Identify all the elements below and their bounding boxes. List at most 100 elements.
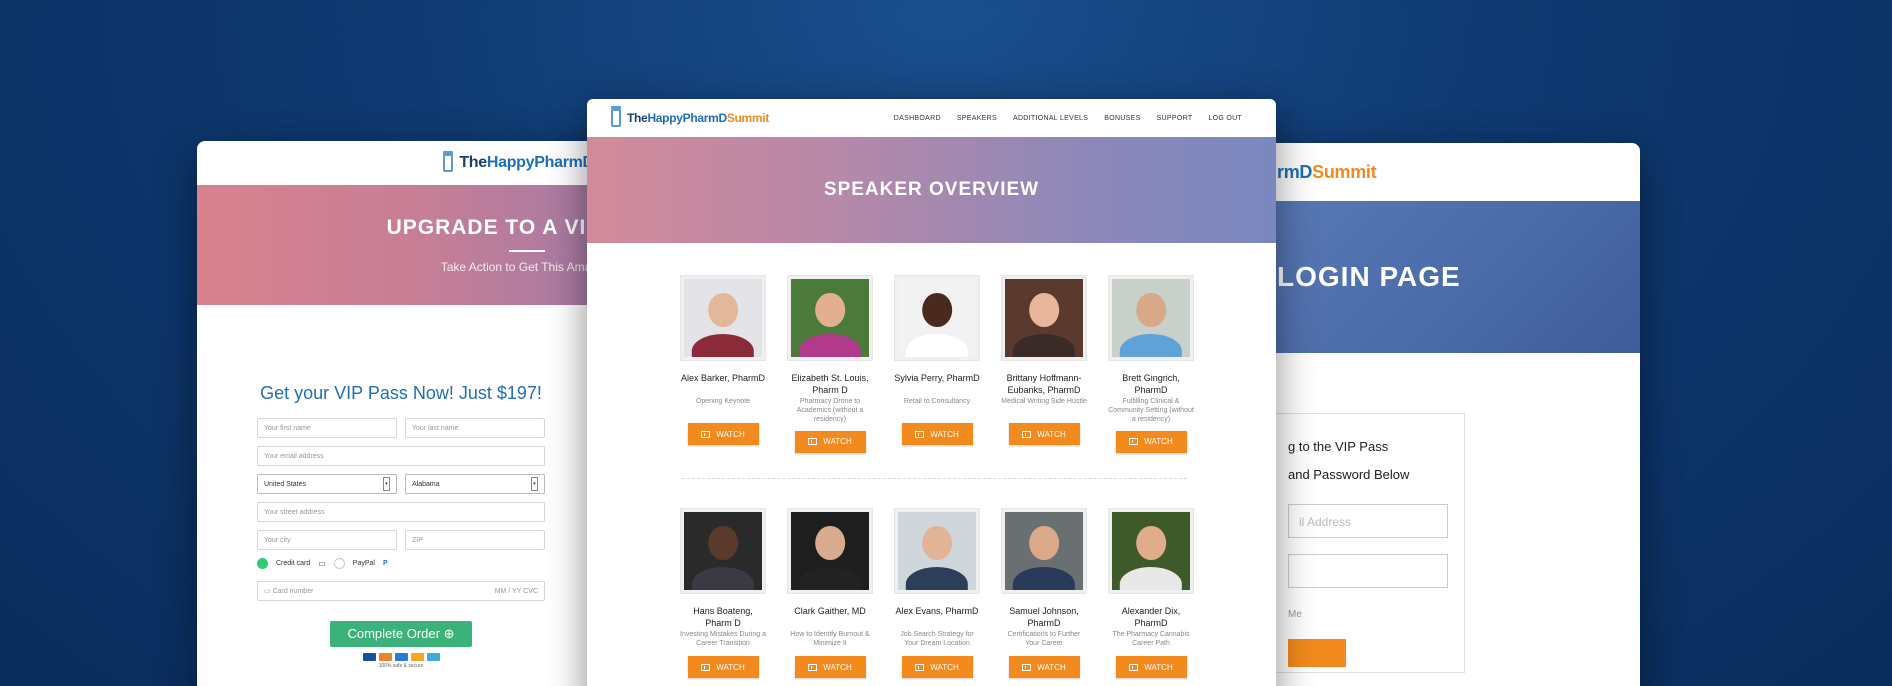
top-nav: The HappyPharmD Summit DASHBOARD SPEAKERS …: [587, 99, 1276, 137]
credit-card-label: Credit card: [276, 560, 311, 567]
watch-button[interactable]: WATCH: [794, 656, 866, 678]
chevron-down-icon: ▾: [531, 477, 538, 491]
nav-bonuses[interactable]: BONUSES: [1104, 115, 1140, 122]
amex-icon: [394, 653, 408, 661]
email-field[interactable]: il Address: [1288, 504, 1448, 538]
speaker-card: Samuel Johnson, PharmD Certifications to…: [1001, 508, 1087, 679]
speaker-topic: Medical Writing Side Hustle: [1001, 398, 1087, 406]
film-icon: [808, 438, 818, 446]
arrow-circle-icon: ⊕: [443, 626, 455, 641]
password-field[interactable]: [1288, 554, 1448, 588]
right-header: rmD Summit: [1227, 143, 1640, 201]
payment-logos: [257, 653, 545, 661]
logo-happy: HappyPharmD: [486, 154, 594, 171]
state-select[interactable]: Alabama ▾: [405, 474, 545, 494]
card-number-placeholder: Card number: [272, 588, 314, 595]
login-button[interactable]: [1288, 639, 1346, 667]
paypal-icon: P: [382, 560, 388, 567]
watch-label: WATCH: [930, 662, 959, 672]
speaker-photo: [787, 508, 873, 594]
logo-partial: rmD: [1277, 161, 1313, 182]
card-number-input[interactable]: ▭ Card number MM / YY CVC: [257, 581, 545, 601]
email-input[interactable]: Your email address: [257, 446, 545, 466]
speaker-topic: Fulfilling Clinical & Community Setting …: [1108, 398, 1194, 424]
complete-order-button[interactable]: Complete Order ⊕: [330, 621, 472, 647]
speaker-photo: [1001, 508, 1087, 594]
nav-support[interactable]: SUPPORT: [1157, 115, 1193, 122]
speaker-photo: [680, 275, 766, 361]
page-title: SPEAKER OVERVIEW: [823, 179, 1040, 200]
speaker-name: Hans Boateng, Pharm D: [693, 606, 753, 629]
film-icon: [701, 663, 711, 671]
watch-label: WATCH: [930, 429, 959, 439]
watch-button[interactable]: WATCH: [687, 423, 759, 445]
speaker-name: Sylvia Perry, PharmD: [894, 373, 980, 383]
last-name-input[interactable]: Your last name: [405, 418, 545, 438]
film-icon: [1129, 438, 1139, 446]
first-name-input[interactable]: Your first name: [257, 418, 397, 438]
nav-speakers[interactable]: SPEAKERS: [957, 115, 997, 122]
login-form: g to the VIP Pass and Password Below il …: [1257, 413, 1465, 673]
watch-button[interactable]: WATCH: [901, 656, 973, 678]
watch-button[interactable]: WATCH: [687, 656, 759, 679]
vip-order-form: Get your VIP Pass Now! Just $197! Your f…: [257, 383, 545, 669]
credit-card-radio[interactable]: [257, 558, 268, 569]
speaker-name: Brett Gingrich, PharmD: [1122, 373, 1180, 396]
film-icon: [915, 430, 925, 438]
city-input[interactable]: Your city: [257, 530, 397, 550]
brand-logo[interactable]: TheHappyPharmDSummit: [611, 106, 769, 127]
speaker-topic: Pharmacy Drone to Academics (without a r…: [796, 398, 864, 424]
card-exp-placeholder: MM / YY CVC: [494, 587, 538, 595]
vip-hero: UPGRADE TO A VIP PASS Take Action to Get…: [197, 185, 637, 305]
speaker-card: Brett Gingrich, PharmD Fulfilling Clinic…: [1108, 275, 1194, 453]
watch-label: WATCH: [716, 429, 745, 439]
watch-label: WATCH: [1144, 437, 1173, 447]
speaker-card: Alex Evans, PharmD Job Search Strategy f…: [894, 508, 980, 678]
speaker-topic: Job Search Strategy for Your Dream Locat…: [900, 631, 974, 648]
speaker-card: Alexander Dix, PharmD The Pharmacy Canna…: [1108, 508, 1194, 679]
watch-button[interactable]: WATCH: [1115, 656, 1187, 679]
speaker-name: Alexander Dix, PharmD: [1121, 606, 1181, 629]
speaker-topic: Retail to Consultancy: [903, 398, 971, 405]
speaker-topic: Investing Mistakes During a Career Trans…: [680, 631, 766, 648]
vip-upgrade-page: TheHappyPharmDSummit UPGRADE TO A VIP PA…: [197, 141, 637, 686]
speakers-row-1: Alex Barker, PharmD Opening Keynote WATC…: [680, 275, 1194, 453]
nav-log-out[interactable]: LOG OUT: [1208, 115, 1242, 122]
watch-button[interactable]: WATCH: [1008, 656, 1080, 679]
pill-bottle-icon: [611, 106, 621, 127]
remember-me-label[interactable]: Me: [1288, 609, 1302, 620]
nav-dashboard[interactable]: DASHBOARD: [894, 115, 941, 122]
speaker-card: Elizabeth St. Louis, Pharm D Pharmacy Dr…: [787, 275, 873, 453]
watch-button[interactable]: WATCH: [1008, 423, 1080, 446]
speaker-overview-page: The HappyPharmD Summit DASHBOARD SPEAKERS …: [587, 99, 1276, 686]
speaker-card: Clark Gaither, MD How to Identify Burnou…: [787, 508, 873, 678]
speaker-topic: How to Identify Burnout & Minimize It: [790, 631, 870, 648]
brand-logo-partial[interactable]: rmD Summit: [1277, 161, 1377, 183]
watch-button[interactable]: WATCH: [1115, 430, 1187, 453]
paypal-radio[interactable]: [333, 558, 345, 569]
nav-links: DASHBOARD SPEAKERS ADDITIONAL LEVELS BON…: [894, 115, 1242, 122]
watch-button[interactable]: WATCH: [901, 423, 973, 445]
login-heading-line2: and Password Below: [1288, 467, 1410, 482]
nav-additional-levels[interactable]: ADDITIONAL LEVELS: [1013, 115, 1088, 122]
login-hero: LOGIN PAGE: [1227, 201, 1640, 353]
watch-label: WATCH: [716, 662, 745, 672]
film-icon: [1022, 430, 1032, 438]
visa-icon: [362, 653, 376, 661]
country-select[interactable]: United States ▾: [257, 474, 397, 494]
watch-label: WATCH: [823, 662, 852, 672]
secure-note: 100% safe & secure: [378, 663, 424, 669]
country-value: United States: [264, 480, 307, 488]
watch-button[interactable]: WATCH: [794, 430, 866, 453]
watch-label: WATCH: [823, 437, 852, 447]
state-value: Alabama: [412, 480, 440, 488]
film-icon: [1129, 663, 1139, 671]
login-heading-line1: g to the VIP Pass: [1288, 439, 1389, 454]
form-title: Get your VIP Pass Now! Just $197!: [260, 383, 542, 403]
credit-card-icon: ▭: [318, 559, 326, 568]
speaker-topic: Opening Keynote: [695, 398, 751, 405]
street-input[interactable]: Your street address: [257, 502, 545, 522]
logo-summit: Summit: [1312, 161, 1377, 182]
zip-input[interactable]: ZIP: [405, 530, 545, 550]
speaker-name: Alex Evans, PharmD: [895, 606, 979, 616]
